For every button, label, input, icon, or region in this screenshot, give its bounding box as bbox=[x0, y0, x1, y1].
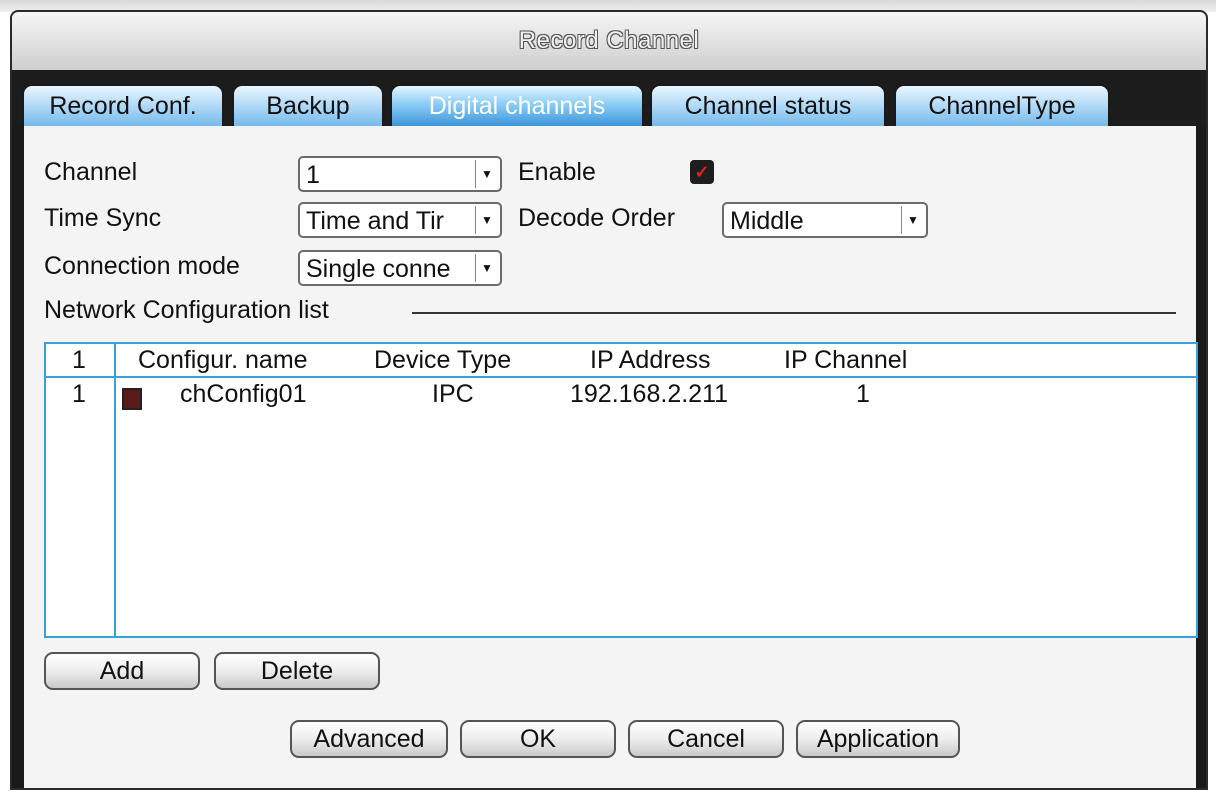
tab-label: Channel status bbox=[684, 92, 852, 120]
tab-backup[interactable]: Backup bbox=[232, 84, 384, 126]
chevron-down-icon: ▼ bbox=[475, 206, 498, 234]
header-device-type[interactable]: Device Type bbox=[374, 346, 511, 375]
tab-label: Digital channels bbox=[428, 92, 606, 120]
tab-content-panel: Channel 1 ▼ Enable ✓ Time Sync Time and … bbox=[24, 126, 1198, 788]
decode-order-select-value: Middle bbox=[730, 207, 804, 235]
connection-mode-select-value: Single conne bbox=[306, 255, 451, 283]
chevron-down-icon: ▼ bbox=[901, 206, 924, 234]
row-checkbox[interactable] bbox=[122, 388, 142, 410]
row-config-name: chConfig01 bbox=[180, 380, 307, 408]
delete-button[interactable]: Delete bbox=[214, 652, 380, 690]
channel-select[interactable]: 1 ▼ bbox=[298, 156, 502, 192]
row-index: 1 bbox=[72, 380, 86, 408]
header-ip-address[interactable]: IP Address bbox=[590, 346, 710, 375]
network-config-list-title: Network Configuration list bbox=[44, 296, 329, 324]
record-channel-dialog: Record Channel Record Conf. Backup Digit… bbox=[10, 10, 1208, 790]
ok-button[interactable]: OK bbox=[460, 720, 616, 758]
header-ip-channel[interactable]: IP Channel bbox=[784, 346, 907, 375]
tab-digital-channels[interactable]: Digital channels bbox=[390, 84, 644, 126]
header-divider bbox=[46, 376, 1196, 378]
chevron-down-icon: ▼ bbox=[475, 254, 498, 282]
tab-bar: Record Conf. Backup Digital channels Cha… bbox=[12, 70, 1206, 126]
channel-select-value: 1 bbox=[306, 161, 320, 189]
tab-label: Backup bbox=[266, 92, 350, 120]
tab-channel-type[interactable]: ChannelType bbox=[894, 84, 1110, 126]
checkmark-icon: ✓ bbox=[694, 162, 710, 182]
column-divider bbox=[114, 344, 116, 636]
row-ip-channel: 1 bbox=[856, 380, 870, 408]
row-device-type: IPC bbox=[432, 380, 474, 408]
tab-label: ChannelType bbox=[928, 92, 1076, 120]
decode-order-select[interactable]: Middle ▼ bbox=[722, 202, 928, 238]
add-button[interactable]: Add bbox=[44, 652, 200, 690]
title-bar: Record Channel bbox=[12, 12, 1206, 71]
tab-channel-status[interactable]: Channel status bbox=[650, 84, 886, 126]
cancel-button[interactable]: Cancel bbox=[628, 720, 784, 758]
section-divider bbox=[412, 312, 1176, 314]
enable-label: Enable bbox=[518, 158, 596, 186]
enable-checkbox[interactable]: ✓ bbox=[690, 160, 714, 184]
connection-mode-select[interactable]: Single conne ▼ bbox=[298, 250, 502, 286]
time-sync-select-value: Time and Tir bbox=[306, 207, 445, 235]
network-config-list[interactable]: 1 Configur. name Device Type IP Address … bbox=[44, 342, 1198, 638]
tab-record-conf[interactable]: Record Conf. bbox=[22, 84, 224, 126]
channel-label: Channel bbox=[44, 158, 138, 186]
time-sync-label: Time Sync bbox=[44, 204, 162, 232]
dialog-title: Record Channel bbox=[518, 27, 700, 54]
connection-mode-label: Connection mode bbox=[44, 252, 240, 280]
header-index: 1 bbox=[72, 346, 86, 374]
tab-label: Record Conf. bbox=[49, 92, 197, 120]
decode-order-label: Decode Order bbox=[518, 204, 676, 232]
advanced-button[interactable]: Advanced bbox=[290, 720, 448, 758]
row-ip-address: 192.168.2.211 bbox=[570, 380, 729, 408]
chevron-down-icon: ▼ bbox=[475, 160, 498, 188]
time-sync-select[interactable]: Time and Tir ▼ bbox=[298, 202, 502, 238]
application-button[interactable]: Application bbox=[796, 720, 960, 758]
header-config-name[interactable]: Configur. name bbox=[138, 346, 308, 375]
